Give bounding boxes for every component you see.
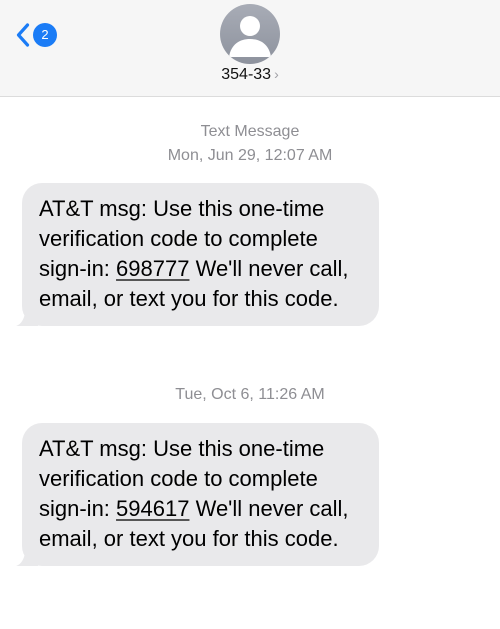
timestamp-day: Mon, Jun 29, (167, 147, 261, 164)
timestamp-time: 12:07 AM (264, 147, 333, 164)
contact-avatar[interactable] (220, 4, 280, 64)
timestamp-time: 11:26 AM (258, 386, 325, 403)
person-silhouette-icon (229, 16, 271, 57)
bubble-tail (16, 546, 38, 566)
contact-name-button[interactable]: 354-33 › (0, 66, 500, 84)
bubble-tail (16, 306, 38, 326)
contact-name: 354-33 (221, 66, 272, 83)
conversation-header: 2 354-33 › (0, 0, 500, 97)
back-button[interactable]: 2 (16, 22, 57, 48)
message-bubble[interactable]: AT&T msg: Use this one-time verification… (16, 183, 379, 326)
verification-code-link[interactable]: 594617 (116, 496, 189, 521)
message-timestamp: Tue, Oct 6, 11:26 AM (0, 384, 500, 406)
timestamp-day: Tue, Oct 6, (175, 386, 254, 403)
message-timestamp: Mon, Jun 29, 12:07 AM (0, 145, 500, 167)
message-bubble[interactable]: AT&T msg: Use this one-time verification… (16, 423, 379, 566)
verification-code-link[interactable]: 698777 (116, 256, 189, 281)
chevron-right-icon: › (274, 66, 279, 82)
chevron-left-icon (16, 23, 30, 47)
unread-count-badge: 2 (33, 23, 57, 47)
service-label: Text Message (200, 123, 300, 140)
